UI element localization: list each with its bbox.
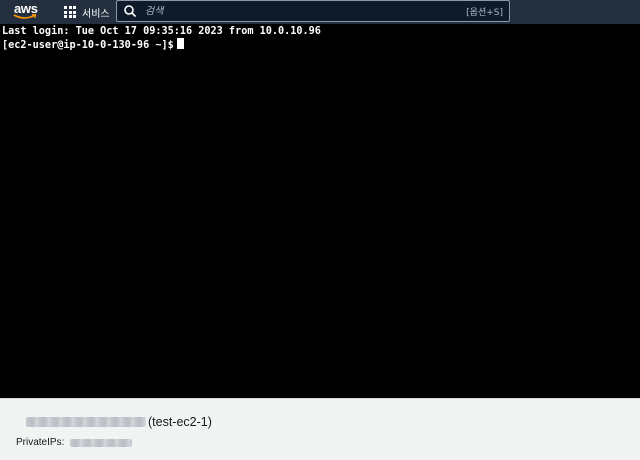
grid-icon — [64, 6, 76, 18]
instance-info-panel: (test-ec2-1) PrivateIPs: — [0, 398, 640, 460]
terminal-prompt-line: [ec2-user@ip-10-0-130-96 ~]$ — [2, 38, 638, 52]
instance-name: (test-ec2-1) — [148, 415, 212, 429]
top-navigation-bar: aws 서비스 [옵션+S] — [0, 0, 640, 24]
aws-logo[interactable]: aws — [6, 0, 52, 24]
private-ips-label: PrivateIPs: — [16, 437, 65, 448]
terminal-window[interactable]: Last login: Tue Oct 17 09:35:16 2023 fro… — [0, 24, 640, 398]
private-ips-row: PrivateIPs: — [16, 437, 133, 448]
aws-smile-icon — [13, 14, 37, 19]
terminal-cursor — [176, 38, 184, 49]
search-shortcut-hint: [옵션+S] — [466, 7, 503, 18]
search-input[interactable] — [145, 5, 467, 17]
instance-id-row: (test-ec2-1) — [26, 415, 212, 429]
redacted-private-ip — [70, 438, 133, 447]
redacted-instance-id — [26, 417, 146, 427]
services-label: 서비스 — [82, 8, 110, 20]
terminal-line-last-login: Last login: Tue Oct 17 09:35:16 2023 fro… — [2, 26, 321, 37]
terminal-prompt: [ec2-user@ip-10-0-130-96 ~]$ — [2, 40, 174, 51]
services-menu-button[interactable]: 서비스 — [56, 0, 118, 24]
search-icon — [124, 5, 137, 18]
search-box[interactable]: [옵션+S] — [116, 0, 510, 22]
